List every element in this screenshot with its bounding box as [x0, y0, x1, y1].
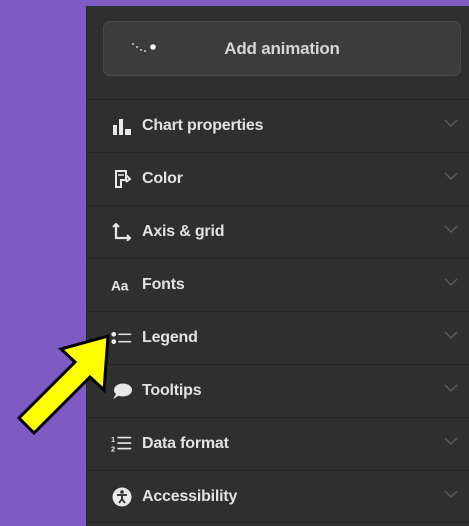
bar-chart-icon: [111, 100, 133, 152]
svg-text:Aa: Aa: [111, 279, 129, 294]
section-legend[interactable]: Legend: [87, 311, 469, 364]
add-animation-label: Add animation: [224, 38, 340, 58]
section-label: Legend: [142, 329, 198, 346]
accessibility-icon: [111, 471, 133, 522]
section-color[interactable]: Color: [87, 152, 469, 205]
section-data-format[interactable]: 1 2 Data format: [87, 417, 469, 470]
add-animation-button[interactable]: Add animation: [103, 21, 461, 76]
section-chart-properties[interactable]: Chart properties: [87, 99, 469, 152]
section-tooltips[interactable]: Tooltips: [87, 364, 469, 417]
section-axis-grid[interactable]: Axis & grid: [87, 205, 469, 258]
animation-sparkle-icon: [132, 43, 156, 52]
font-aa-icon: Aa: [111, 259, 133, 311]
section-fonts[interactable]: Aa Fonts: [87, 258, 469, 311]
chevron-down-icon[interactable]: [444, 384, 458, 393]
chevron-down-icon[interactable]: [444, 225, 458, 234]
chart-settings-panel: Add animation Chart properties Color Axi…: [86, 6, 469, 526]
chevron-down-icon[interactable]: [444, 331, 458, 340]
section-accessibility[interactable]: Accessibility: [87, 470, 469, 523]
section-label: Tooltips: [142, 382, 202, 399]
section-label: Color: [142, 170, 183, 187]
chevron-down-icon[interactable]: [444, 278, 458, 287]
section-label: Accessibility: [142, 487, 238, 505]
annotation-arrow-icon: [16, 333, 110, 436]
section-label: Fonts: [142, 276, 185, 293]
section-label: Chart properties: [142, 117, 264, 134]
chevron-down-icon[interactable]: [444, 490, 458, 499]
section-label: Axis & grid: [142, 223, 225, 240]
svg-text:2: 2: [111, 444, 115, 453]
axis-icon: [111, 206, 133, 258]
settings-section-list: Chart properties Color Axis & grid Aa Fo…: [87, 99, 469, 523]
chevron-down-icon[interactable]: [444, 119, 458, 128]
section-label: Data format: [142, 435, 229, 452]
paint-bucket-icon: [111, 153, 133, 205]
chevron-down-icon[interactable]: [444, 437, 458, 446]
chevron-down-icon[interactable]: [444, 172, 458, 181]
